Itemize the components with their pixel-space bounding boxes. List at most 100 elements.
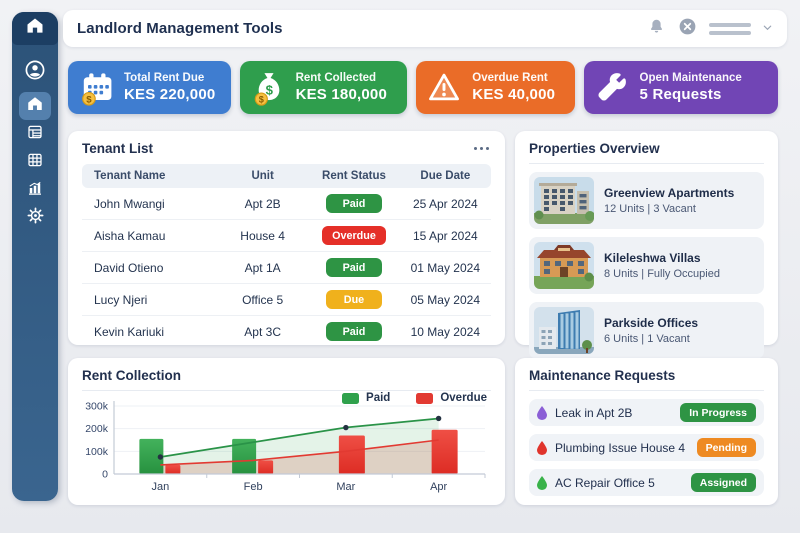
bar-chart-icon [26,179,44,202]
stat-card-overdue-rent[interactable]: Overdue Rent KES 40,000 [416,61,575,114]
svg-text:$: $ [86,94,92,105]
stat-label: Overdue Rent [472,72,548,84]
overdue-swatch [416,392,434,404]
column-header: Due Date [399,164,491,188]
property-name: Greenview Apartments [604,186,735,200]
user-circle-icon [23,58,47,87]
status-badge: Paid [325,322,382,341]
tenant-unit: Apt 2B [216,188,309,220]
tenant-name: Kevin Kariuki [94,324,165,339]
stat-card-total-rent-due[interactable]: $ Total Rent Due KES 220,000 [68,61,231,114]
list-icon [26,123,44,146]
stat-cards-row: $ Total Rent Due KES 220,000 $ $ Rent Co… [68,61,779,114]
tenant-unit: Apt 3C [244,324,281,339]
sidebar-item-properties[interactable] [19,148,51,176]
column-header: Unit [216,164,309,188]
properties-overview-panel: Properties Overview Greenview Apartments… [515,131,778,359]
chart-legend: Paid Overdue [342,392,487,404]
stat-label: Total Rent Due [124,72,205,84]
svg-text:$: $ [258,94,263,104]
villa-building-photo [534,242,594,289]
status-badge: Paid [325,194,382,213]
list-item-maintenance[interactable]: Plumbing Issue House 4 Pending [529,434,764,461]
status-badge: Assigned [690,473,756,492]
stat-label: Rent Collected [295,72,377,84]
stat-value: 5 Requests [639,86,722,103]
table-row[interactable]: Lucy Njeri Office 5 Due 05 May 2024 [82,283,491,316]
droplet-icon [537,440,547,455]
stat-card-rent-collected[interactable]: $ $ Rent Collected KES 180,000 [239,61,408,114]
tenant-name: John Mwangi [82,188,217,220]
stat-value: KES 180,000 [295,86,387,103]
money-bag-icon: $ $ [251,70,287,106]
table-row[interactable]: David Otieno Apt 1A Paid 01 May 2024 [82,251,491,284]
office-building-photo [534,307,594,354]
more-options-icon[interactable] [472,143,492,155]
tenant-list-panel: Tenant List Tenant Name Unit Rent Status… [68,131,505,345]
legend-item-overdue[interactable]: Overdue [416,392,487,404]
maintenance-label: Plumbing Issue House 4 [555,440,686,455]
bell-icon[interactable] [647,17,666,41]
status-badge: In Progress [680,403,756,422]
chevron-down-icon[interactable] [762,20,773,38]
tenant-unit: House 4 [216,219,309,252]
maintenance-label: AC Repair Office 5 [555,475,655,490]
due-date: 01 May 2024 [399,251,491,284]
apartment-building-photo [534,177,594,224]
stat-value: KES 220,000 [124,86,216,103]
gear-icon [26,206,45,230]
table-row[interactable]: Kevin Kariuki Apt 3C Paid 10 May 2024 [82,316,491,348]
sidebar-item-reports[interactable] [19,176,51,204]
sidebar-item-settings[interactable] [19,204,51,232]
status-badge: Overdue [322,226,386,245]
list-item-maintenance[interactable]: Leak in Apt 2B In Progress [529,399,764,426]
svg-text:100k: 100k [85,446,109,458]
tenant-unit: Office 5 [216,283,309,316]
svg-text:300k: 300k [85,401,109,413]
sidebar-item-tenants[interactable] [19,120,51,148]
stat-card-open-maintenance[interactable]: Open Maintenance 5 Requests [583,61,779,114]
property-details: 8 Units | Fully Occupied [604,268,720,280]
svg-text:Jan: Jan [152,481,170,493]
warning-triangle-icon [427,70,463,106]
combo-chart-svg: 0 100k 200k 300k Jan Feb Mar Apr [85,401,486,493]
grid-icon [26,151,44,174]
legend-item-paid[interactable]: Paid [342,392,390,404]
user-menu-placeholder[interactable] [709,22,751,35]
sidebar-item-profile[interactable] [19,57,51,87]
paid-swatch [342,392,360,404]
tenant-unit: Apt 1A [216,251,309,284]
sidebar-item-home[interactable] [19,92,51,120]
list-item-property[interactable]: Greenview Apartments 12 Units | 3 Vacant [529,172,764,229]
due-date: 15 Apr 2024 [399,219,491,252]
due-date: 25 Apr 2024 [399,188,491,220]
svg-text:200k: 200k [85,423,109,435]
table-row[interactable]: John Mwangi Apt 2B Paid 25 Apr 2024 [82,188,491,220]
page-title: Landlord Management Tools [77,20,283,37]
list-item-property[interactable]: Parkside Offices 6 Units | 1 Vacant [529,302,764,359]
rent-collection-panel: Rent Collection Paid Overdue 0 100k 200k 30… [68,358,505,505]
properties-title: Properties Overview [529,141,764,164]
home-icon [26,95,44,118]
column-header: Rent Status [308,164,400,188]
tenant-name: David Otieno [82,251,217,284]
status-badge: Due [325,290,382,309]
status-badge: Paid [325,258,382,277]
calendar-coin-icon: $ [79,70,115,106]
stat-value: KES 40,000 [472,86,556,103]
property-details: 12 Units | 3 Vacant [604,203,696,215]
svg-text:Mar: Mar [336,481,355,493]
column-header: Tenant Name [82,164,217,188]
property-details: 6 Units | 1 Vacant [604,333,690,345]
list-item-property[interactable]: Kileleshwa Villas 8 Units | Fully Occupi… [529,237,764,294]
list-item-maintenance[interactable]: AC Repair Office 5 Assigned [529,469,764,496]
tenant-name: Aisha Kamau [82,219,217,252]
wrench-icon [595,70,631,106]
tenant-list-title: Tenant List [82,141,154,156]
svg-text:Feb: Feb [244,481,263,493]
maintenance-requests-panel: Maintenance Requests Leak in Apt 2B In P… [515,358,778,505]
app-logo [12,12,58,45]
sidebar [12,12,58,501]
close-circle-icon[interactable] [677,16,698,42]
table-row[interactable]: Aisha Kamau House 4 Overdue 15 Apr 2024 [82,219,491,252]
